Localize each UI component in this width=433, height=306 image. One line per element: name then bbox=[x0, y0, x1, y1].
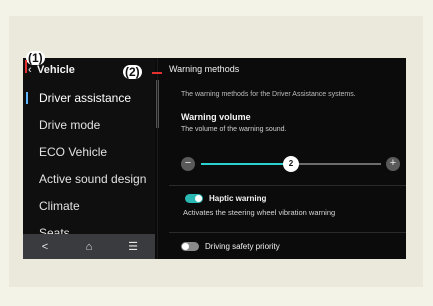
callout-2: (2) bbox=[123, 65, 142, 79]
home-icon[interactable]: ⌂ bbox=[74, 241, 104, 253]
sidebar-title: Vehicle bbox=[37, 64, 75, 76]
haptic-warning-sub: Activates the steering wheel vibration w… bbox=[183, 208, 336, 217]
driving-safety-priority-label: Driving safety priority bbox=[205, 242, 280, 251]
callout-2-leader bbox=[152, 72, 162, 74]
sidebar-item-drive-mode[interactable]: Drive mode bbox=[23, 112, 155, 139]
warning-volume-sub: The volume of the warning sound. bbox=[181, 126, 287, 133]
sidebar-item-active-sound-design[interactable]: Active sound design bbox=[23, 166, 155, 193]
section-description: The warning methods for the Driver Assis… bbox=[181, 91, 356, 98]
volume-minus-button[interactable]: − bbox=[181, 157, 195, 171]
sidebar-list: Driver assistance Drive mode ECO Vehicle… bbox=[23, 85, 155, 247]
back-icon[interactable]: < bbox=[30, 241, 60, 253]
warning-volume-label: Warning volume bbox=[181, 112, 251, 122]
page-title: Warning methods bbox=[169, 64, 240, 74]
sidebar-item-driver-assistance[interactable]: Driver assistance bbox=[23, 85, 155, 112]
sidebar-item-climate[interactable]: Climate bbox=[23, 193, 155, 220]
volume-slider-fill bbox=[201, 163, 291, 165]
chevron-left-icon[interactable]: ‹ bbox=[28, 64, 32, 76]
bottom-nav-bar: < ⌂ ☰ bbox=[23, 234, 155, 259]
driving-safety-priority-toggle[interactable] bbox=[181, 242, 199, 251]
callout-1-leader bbox=[25, 60, 27, 73]
volume-plus-button[interactable]: + bbox=[386, 157, 400, 171]
haptic-warning-toggle[interactable] bbox=[185, 194, 203, 203]
haptic-warning-label: Haptic warning bbox=[209, 194, 267, 203]
pane-divider bbox=[157, 58, 158, 259]
content-pane: Warning methods The warning methods for … bbox=[159, 58, 406, 259]
divider bbox=[169, 185, 406, 186]
sidebar: ‹ Vehicle Driver assistance Drive mode E… bbox=[23, 58, 155, 259]
volume-slider-thumb[interactable]: 2 bbox=[283, 156, 299, 172]
menu-icon[interactable]: ☰ bbox=[118, 240, 148, 253]
divider bbox=[169, 232, 406, 233]
callout-1: (1) bbox=[26, 51, 45, 65]
sidebar-item-eco-vehicle[interactable]: ECO Vehicle bbox=[23, 139, 155, 166]
infotainment-screen: ‹ Vehicle Driver assistance Drive mode E… bbox=[23, 58, 406, 259]
